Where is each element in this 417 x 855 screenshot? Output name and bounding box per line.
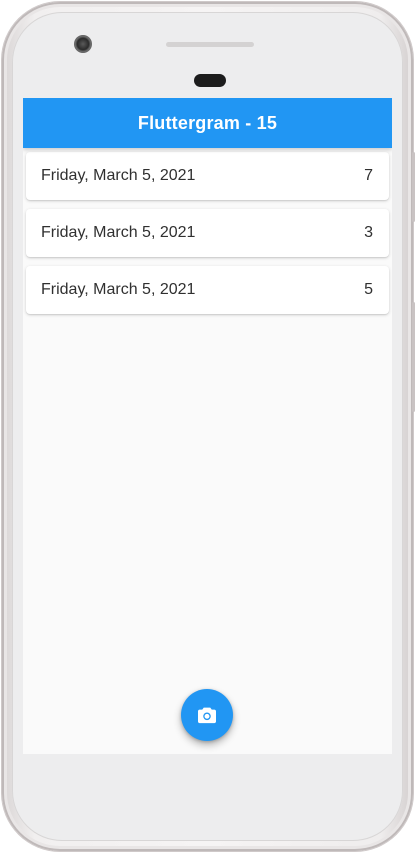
entry-date: Friday, March 5, 2021 [41, 281, 196, 298]
app-screen: Fluttergram - 15 Friday, March 5, 2021 7… [23, 98, 392, 754]
entry-date: Friday, March 5, 2021 [41, 167, 196, 184]
list-item[interactable]: Friday, March 5, 2021 5 [26, 266, 389, 314]
entry-date: Friday, March 5, 2021 [41, 224, 196, 241]
entry-count: 3 [364, 224, 373, 241]
power-button [412, 302, 415, 412]
earpiece-speaker [166, 42, 254, 47]
volume-button [412, 152, 415, 222]
proximity-sensor [194, 74, 226, 87]
entries-list: Friday, March 5, 2021 7 Friday, March 5,… [23, 148, 392, 314]
entry-count: 7 [364, 167, 373, 184]
front-camera [74, 35, 92, 53]
camera-icon [197, 706, 217, 724]
app-bar: Fluttergram - 15 [23, 98, 392, 148]
entry-count: 5 [364, 281, 373, 298]
list-item[interactable]: Friday, March 5, 2021 3 [26, 209, 389, 257]
app-bar-title: Fluttergram - 15 [137, 112, 278, 133]
list-item[interactable]: Friday, March 5, 2021 7 [26, 152, 389, 200]
camera-button[interactable] [181, 689, 233, 741]
